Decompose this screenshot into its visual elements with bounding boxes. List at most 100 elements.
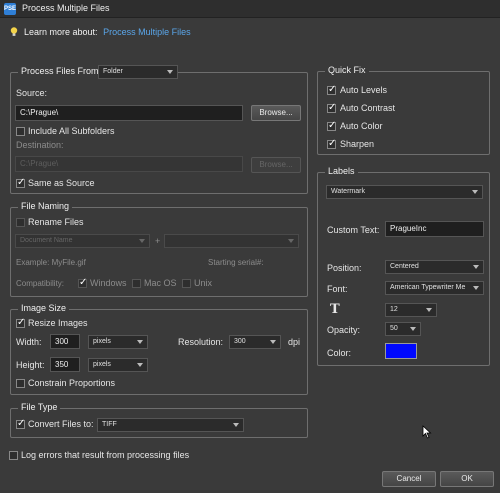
chevron-down-icon [139,239,145,243]
include-subfolders-label: Include All Subfolders [28,126,115,136]
auto-contrast-checkbox[interactable] [327,102,336,113]
font-dropdown[interactable]: American Typewriter Me [385,281,484,295]
quick-fix-legend: Quick Fix [325,65,369,75]
process-files-legend: Process Files From: [18,66,105,76]
windows-label: Windows [90,278,127,288]
sharpen-label: Sharpen [340,139,375,149]
source-label: Source: [16,88,48,98]
auto-color-checkbox[interactable] [327,120,336,131]
example-label: Example: MyFile.gif [16,258,86,267]
chevron-down-icon [233,423,239,427]
width-label: Width: [16,337,42,347]
learn-more: Learn more about: Process Multiple Files [24,27,191,37]
browse-source-button[interactable]: Browse... [251,105,301,121]
custom-text-label: Custom Text: [327,225,380,235]
log-errors-checkbox[interactable] [9,451,18,460]
opacity-value: 50 [390,325,398,332]
browse-destination-button[interactable]: Browse... [251,157,301,173]
constrain-proportions-label: Constrain Proportions [28,378,116,388]
resolution-dropdown[interactable]: 300 [229,335,281,349]
naming-value: Document Name [20,237,73,244]
convert-files-checkbox[interactable] [16,418,25,429]
source-path-input[interactable]: C:\Prague\ [15,105,243,121]
width-input[interactable]: 300 [50,334,80,349]
chevron-down-icon [472,190,478,194]
font-size-icon: T [330,302,340,317]
font-label: Font: [327,284,348,294]
position-value: Centered [390,263,419,270]
log-errors-label: Log errors that result from processing f… [21,450,190,460]
chevron-down-icon [270,340,276,344]
image-size-legend: Image Size [18,303,70,313]
opacity-label: Opacity: [327,325,361,335]
same-as-source-label: Same as Source [28,178,95,188]
auto-levels-checkbox[interactable] [327,84,336,95]
position-label: Position: [327,263,362,273]
file-format-dropdown[interactable]: TIFF [97,418,244,432]
process-from-value: Folder [103,68,123,75]
window-title: Process Multiple Files [22,3,110,13]
windows-checkbox[interactable] [78,277,87,288]
rename-files-label: Rename Files [28,217,84,227]
macos-label: Mac OS [144,278,177,288]
auto-contrast-label: Auto Contrast [340,103,396,113]
title-bar: PSE Process Multiple Files [0,0,500,18]
font-size-dropdown[interactable]: 12 [385,303,437,317]
learn-more-link[interactable]: Process Multiple Files [103,27,191,37]
custom-text-input[interactable]: PragueInc [385,221,484,237]
chevron-down-icon [473,286,479,290]
app-icon: PSE [4,3,16,15]
macos-checkbox[interactable] [132,279,141,288]
auto-color-label: Auto Color [340,121,383,131]
file-format-value: TIFF [102,421,117,428]
sharpen-checkbox[interactable] [327,138,336,149]
naming-dropdown[interactable]: Document Name [15,234,150,248]
resolution-value: 300 [234,338,246,345]
label-type-value: Watermark [331,188,365,195]
labels-legend: Labels [325,166,358,176]
chevron-down-icon [410,327,416,331]
file-type-legend: File Type [18,402,61,412]
resize-images-label: Resize Images [28,318,88,328]
unix-checkbox[interactable] [182,279,191,288]
resize-images-checkbox[interactable] [16,317,25,328]
naming-suffix-dropdown[interactable] [164,234,299,248]
file-naming-legend: File Naming [18,201,73,211]
height-input[interactable]: 350 [50,357,80,372]
destination-label: Destination: [16,140,64,150]
learn-more-prefix: Learn more about: [24,27,98,37]
font-value: American Typewriter Me [390,284,466,291]
constrain-proportions-checkbox[interactable] [16,379,25,388]
include-subfolders-checkbox[interactable] [16,127,25,136]
chevron-down-icon [137,363,143,367]
cancel-button[interactable]: Cancel [382,471,436,487]
lightbulb-icon [10,27,18,36]
opacity-dropdown[interactable]: 50 [385,322,421,336]
ok-button[interactable]: OK [440,471,494,487]
font-size-value: 12 [390,306,398,313]
width-unit-value: pixels [93,338,111,345]
color-label: Color: [327,348,352,358]
label-type-dropdown[interactable]: Watermark [326,185,483,199]
same-as-source-checkbox[interactable] [16,177,25,188]
chevron-down-icon [167,70,173,74]
convert-files-label: Convert Files to: [28,419,94,429]
auto-levels-label: Auto Levels [340,85,388,95]
rename-files-checkbox[interactable] [16,218,25,227]
color-swatch[interactable] [385,343,417,359]
position-dropdown[interactable]: Centered [385,260,484,274]
width-unit-dropdown[interactable]: pixels [88,335,148,349]
chevron-down-icon [137,340,143,344]
mouse-cursor-icon [422,425,432,439]
height-unit-dropdown[interactable]: pixels [88,358,148,372]
process-from-dropdown[interactable]: Folder [98,65,178,79]
resolution-unit-label: dpi [288,337,301,347]
chevron-down-icon [426,308,432,312]
destination-path-input[interactable]: C:\Prague\ [15,156,243,172]
chevron-down-icon [288,239,294,243]
height-unit-value: pixels [93,361,111,368]
resolution-label: Resolution: [178,337,224,347]
height-label: Height: [16,360,45,370]
starting-serial-label: Starting serial#: [208,258,264,267]
chevron-down-icon [473,265,479,269]
